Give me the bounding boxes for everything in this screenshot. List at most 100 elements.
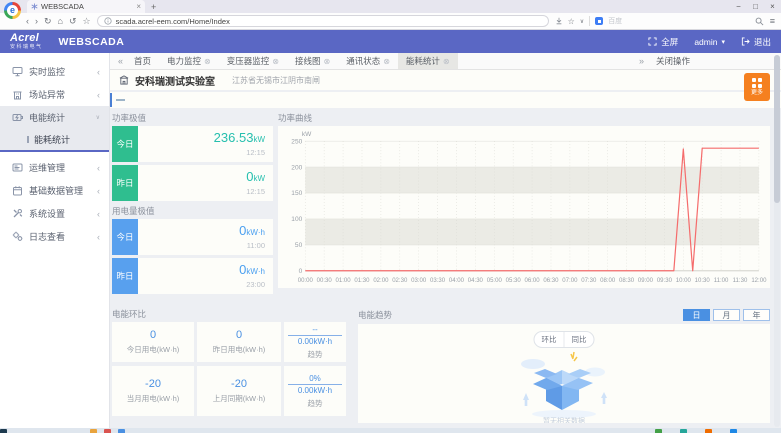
taskbar-app-icon[interactable] [90, 429, 97, 433]
minimize-button[interactable]: − [730, 0, 747, 13]
search-icon[interactable] [755, 17, 764, 26]
site-info-icon[interactable] [104, 17, 112, 25]
tab-close-icon[interactable]: ⊗ [272, 57, 279, 66]
product-title: WEBSCADA [59, 36, 125, 48]
fullscreen-button[interactable]: 全屏 [648, 36, 678, 48]
back-icon[interactable]: ‹ [26, 16, 29, 26]
stat-card-body: 0kW12:15 [138, 165, 273, 201]
sidebar-item-1[interactable]: 场站异常‹ [0, 83, 109, 106]
sidebar-item-3[interactable]: 运维管理‹ [0, 156, 109, 179]
sidebar-item-2[interactable]: 电能统计∨ [0, 106, 109, 129]
quick-access-button[interactable]: 更多 [744, 73, 770, 101]
close-button[interactable]: × [764, 0, 781, 13]
username: admin [694, 37, 717, 47]
stat-number: 236.53 [214, 130, 254, 145]
svg-text:08:30: 08:30 [619, 278, 635, 284]
sidebar-item-6[interactable]: 日志查看‹ [0, 225, 109, 248]
stat-value: 0kW·h [239, 263, 265, 278]
svg-text:100: 100 [291, 216, 302, 223]
sidebar-group: 电能统计∨能耗统计 [0, 106, 109, 150]
taskbar-tray-icon[interactable] [655, 429, 662, 433]
new-tab-button[interactable]: + [151, 2, 156, 13]
forward-icon[interactable]: › [35, 16, 38, 26]
logout-icon [741, 37, 750, 46]
content-tab-4[interactable]: 通讯状态⊗ [338, 53, 398, 69]
tab-close-icon[interactable]: × [136, 3, 141, 11]
content-tab-3[interactable]: 接线图⊗ [287, 53, 338, 69]
svg-text:50: 50 [295, 242, 303, 249]
stat-badge: 今日 [112, 219, 138, 255]
search-engine-icon[interactable] [595, 17, 603, 25]
trend-legend: 环比同比 [534, 331, 595, 348]
comparison-card-2: --0.00kW·h趋势 [284, 322, 346, 362]
scrollbar[interactable] [774, 55, 780, 427]
sidebar-subitem-能耗统计[interactable]: 能耗统计 [0, 129, 109, 150]
svg-text:06:00: 06:00 [525, 278, 541, 284]
favicon-asterisk-icon [31, 3, 38, 10]
favorite-star-icon[interactable]: ☆ [568, 17, 575, 26]
browser-tab[interactable]: WEBSCADA × [27, 0, 145, 13]
tabs-scroll-right-icon[interactable]: » [636, 56, 647, 66]
svg-text:06:30: 06:30 [543, 278, 559, 284]
database-icon [12, 185, 23, 196]
taskbar-tray-icon[interactable] [730, 429, 737, 433]
taskbar-start-icon[interactable] [0, 429, 7, 433]
ratio-bottom: 0.00kW·h [298, 386, 332, 395]
station-name: 安科瑞测试实验室 [135, 73, 215, 88]
sidebar-item-5[interactable]: 系统设置‹ [0, 202, 109, 225]
svg-text:10:00: 10:00 [676, 278, 692, 284]
taskbar-app-icon[interactable] [104, 429, 111, 433]
stat-card-body: 0kW·h11:00 [138, 219, 273, 255]
windows-taskbar [0, 428, 781, 433]
tab-close-icon[interactable]: ⊗ [443, 57, 450, 66]
svg-text:150: 150 [291, 190, 302, 197]
download-icon[interactable] [555, 17, 563, 25]
taskbar-tray-icon[interactable] [680, 429, 687, 433]
tab-close-icon[interactable]: ⊗ [383, 57, 390, 66]
svg-text:02:30: 02:30 [392, 278, 408, 284]
user-menu[interactable]: admin ▾ [694, 37, 725, 47]
fullscreen-icon [648, 37, 657, 46]
collapse-dash-icon[interactable] [116, 99, 125, 101]
collapse-bar [110, 92, 781, 108]
tab-close-icon[interactable]: ⊗ [323, 57, 330, 66]
period-button-月[interactable]: 月 [713, 309, 740, 321]
tabs-scroll-left-icon[interactable]: « [115, 56, 126, 66]
tab-close-icon[interactable]: ⊗ [204, 57, 211, 66]
content-tab-2[interactable]: 变压器监控⊗ [219, 53, 287, 69]
scrollbar-thumb[interactable] [774, 55, 780, 203]
stat-unit: kW [253, 174, 265, 183]
taskbar-tray-icon[interactable] [705, 429, 712, 433]
svg-text:05:00: 05:00 [487, 278, 503, 284]
close-operations-menu[interactable]: 关闭操作 [656, 55, 690, 67]
history-icon[interactable]: ↺ [69, 16, 77, 27]
sidebar-item-4[interactable]: 基础数据管理‹ [0, 179, 109, 202]
maximize-button[interactable]: □ [747, 0, 764, 13]
taskbar-app-icon[interactable] [118, 429, 125, 433]
content-tab-1[interactable]: 电力监控⊗ [159, 53, 219, 69]
station-location: 江苏省无锡市江阴市南闸 [232, 75, 320, 86]
panel-collapse-handle[interactable] [110, 93, 112, 107]
ops-icon [12, 162, 23, 173]
reload-icon[interactable]: ↻ [44, 16, 52, 27]
period-button-日[interactable]: 日 [683, 309, 710, 321]
legend-item-同比[interactable]: 同比 [564, 332, 594, 347]
content-tab-5[interactable]: 能耗统计⊗ [398, 53, 458, 69]
sidebar-item-label: 电能统计 [29, 111, 65, 124]
address-bar[interactable]: scada.acrel-eem.com/Home/Index [97, 15, 549, 27]
period-button-年[interactable]: 年 [743, 309, 770, 321]
browser-toolbar: ‹ › ↻ ⌂ ↺ ☆ scada.acrel-eem.com/Home/Ind… [0, 13, 781, 30]
sidebar-item-0[interactable]: 实时监控‹ [0, 60, 109, 83]
dropdown-chevron-icon[interactable]: ∨ [580, 18, 584, 25]
logout-button[interactable]: 退出 [741, 36, 771, 48]
content-tab-0[interactable]: 首页 [126, 53, 159, 69]
bookmark-star-icon[interactable]: ☆ [83, 16, 91, 27]
chevron-collapsed-icon: ‹ [97, 90, 100, 100]
menu-icon[interactable]: ≡ [770, 16, 775, 26]
home-icon[interactable]: ⌂ [58, 16, 63, 26]
svg-text:07:30: 07:30 [581, 278, 597, 284]
legend-item-环比[interactable]: 环比 [535, 332, 564, 347]
browser-logo-icon[interactable]: e [4, 2, 21, 19]
empty-state-text: 暂无相关数据 [358, 416, 770, 423]
power-curve-title: 功率曲线 [278, 112, 770, 124]
